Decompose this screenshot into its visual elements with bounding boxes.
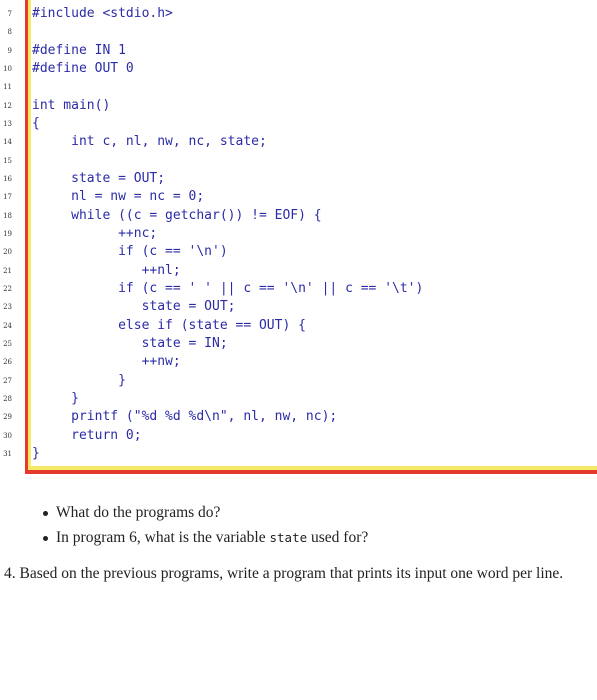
code-line: else if (state == OUT) { (32, 317, 306, 333)
line-number: 31 (3, 449, 12, 458)
line-number: 15 (3, 156, 12, 165)
line-number: 16 (3, 174, 12, 183)
line-number: 21 (3, 266, 12, 275)
code-line: if (c == ' ' || c == '\n' || c == '\t') (32, 280, 424, 296)
code-line: nl = nw = nc = 0; (32, 189, 205, 205)
line-number: 11 (3, 83, 12, 92)
bullet-icon (43, 536, 48, 541)
line-number: 17 (3, 193, 12, 202)
code-line: state = OUT; (32, 299, 236, 315)
line-number: 13 (3, 119, 12, 128)
line-number: 14 (3, 138, 12, 147)
line-number: 27 (3, 376, 12, 385)
inline-code: state (269, 530, 308, 545)
bullet-icon (43, 511, 48, 516)
line-number: 19 (3, 229, 12, 238)
line-number: 8 (7, 28, 12, 37)
code-line: ++nw; (32, 354, 181, 370)
line-number: 23 (3, 303, 12, 312)
code-line: } (32, 372, 126, 388)
line-number: 24 (3, 321, 12, 330)
bullet-text: In program 6, what is the variable (56, 529, 270, 546)
line-number: 9 (7, 46, 12, 55)
code-line: state = OUT; (32, 170, 166, 186)
line-number: 18 (3, 211, 12, 220)
code-line: return 0; (32, 427, 142, 443)
question-4: 4. Based on the previous programs, write… (4, 565, 564, 582)
code-line: #define IN 1 (32, 42, 126, 58)
code-line: #define OUT 0 (32, 60, 134, 76)
code-line: state = IN; (32, 335, 228, 351)
bullet-text: What do the programs do? (56, 504, 221, 521)
line-number: 12 (3, 101, 12, 110)
code-line: ++nl; (32, 262, 181, 278)
code-line: ++nc; (32, 225, 158, 241)
code-line: while ((c = getchar()) != EOF) { (32, 207, 322, 223)
line-number: 30 (3, 431, 12, 440)
line-number: 29 (3, 413, 12, 422)
bullet-item: What do the programs do? (40, 504, 368, 529)
line-number: 26 (3, 358, 12, 367)
line-number: 7 (7, 10, 12, 18)
line-number: 10 (3, 64, 12, 73)
code-line: printf ("%d %d %d\n", nl, nw, nc); (32, 409, 338, 425)
line-number: 22 (3, 284, 12, 293)
line-number: 25 (3, 339, 12, 348)
code-line: int main() (32, 97, 111, 113)
question-bullets: What do the programs do? In program 6, w… (40, 504, 368, 554)
code-line: int c, nl, nw, nc, state; (32, 134, 267, 150)
line-number: 28 (3, 394, 12, 403)
code-line: { (32, 115, 40, 131)
code-line: } (32, 445, 40, 461)
bullet-text: used for? (307, 529, 369, 546)
bullet-item: In program 6, what is the variable state… (40, 529, 368, 554)
code-line: #include <stdio.h> (32, 6, 173, 21)
line-number: 20 (3, 248, 12, 257)
code-line: } (32, 390, 79, 406)
code-line: if (c == '\n') (32, 244, 228, 260)
